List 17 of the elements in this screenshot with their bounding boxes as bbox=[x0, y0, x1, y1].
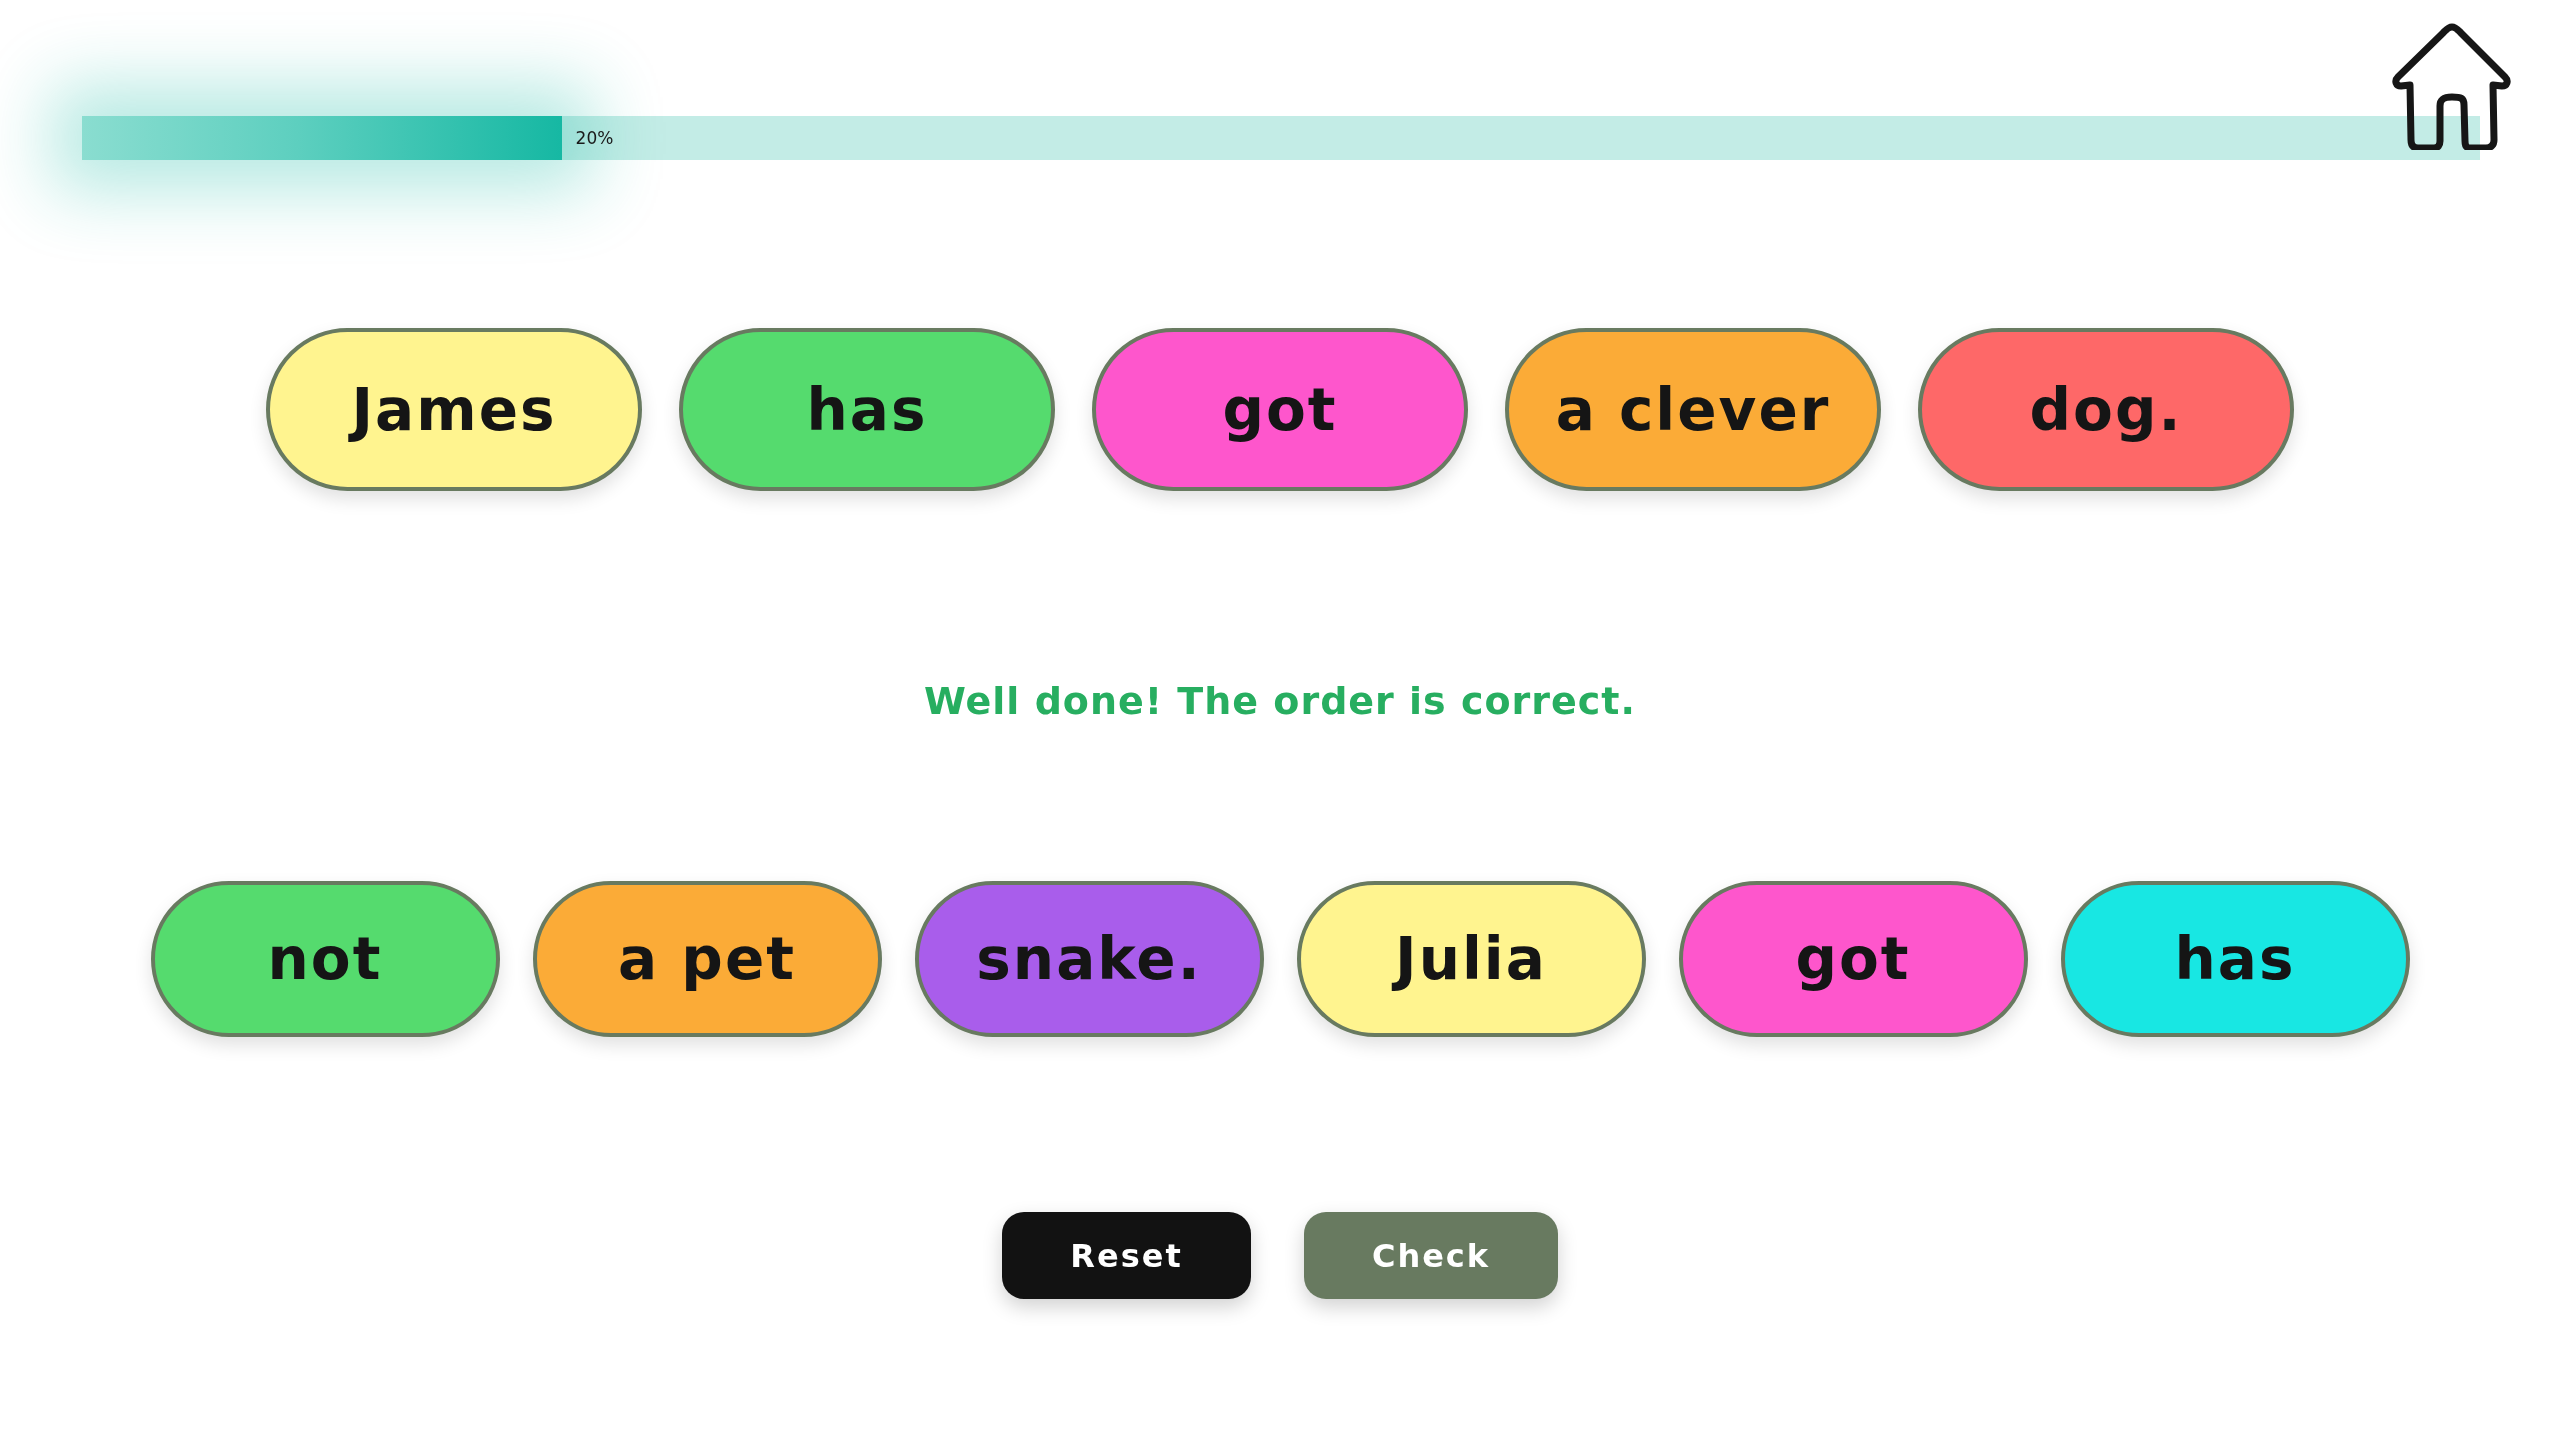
word-chip[interactable]: Julia bbox=[1296, 881, 1646, 1037]
word-chip[interactable]: not bbox=[150, 881, 500, 1037]
reset-button[interactable]: Reset bbox=[1002, 1212, 1251, 1299]
word-chip[interactable]: a clever bbox=[1505, 328, 1881, 491]
word-chip[interactable]: has bbox=[2060, 881, 2410, 1037]
home-icon bbox=[2390, 22, 2514, 150]
word-chip[interactable]: has bbox=[679, 328, 1055, 491]
home-button[interactable] bbox=[2390, 22, 2514, 150]
word-chip[interactable]: got bbox=[1678, 881, 2028, 1037]
word-chip[interactable]: dog. bbox=[1918, 328, 2294, 491]
word-chip[interactable]: James bbox=[266, 328, 642, 491]
word-chip[interactable]: a pet bbox=[532, 881, 882, 1037]
word-chip[interactable]: snake. bbox=[914, 881, 1264, 1037]
feedback-message: Well done! The order is correct. bbox=[924, 678, 1636, 725]
word-chip[interactable]: got bbox=[1092, 328, 1468, 491]
progress-label: 20% bbox=[575, 128, 614, 148]
check-button[interactable]: Check bbox=[1304, 1212, 1558, 1299]
